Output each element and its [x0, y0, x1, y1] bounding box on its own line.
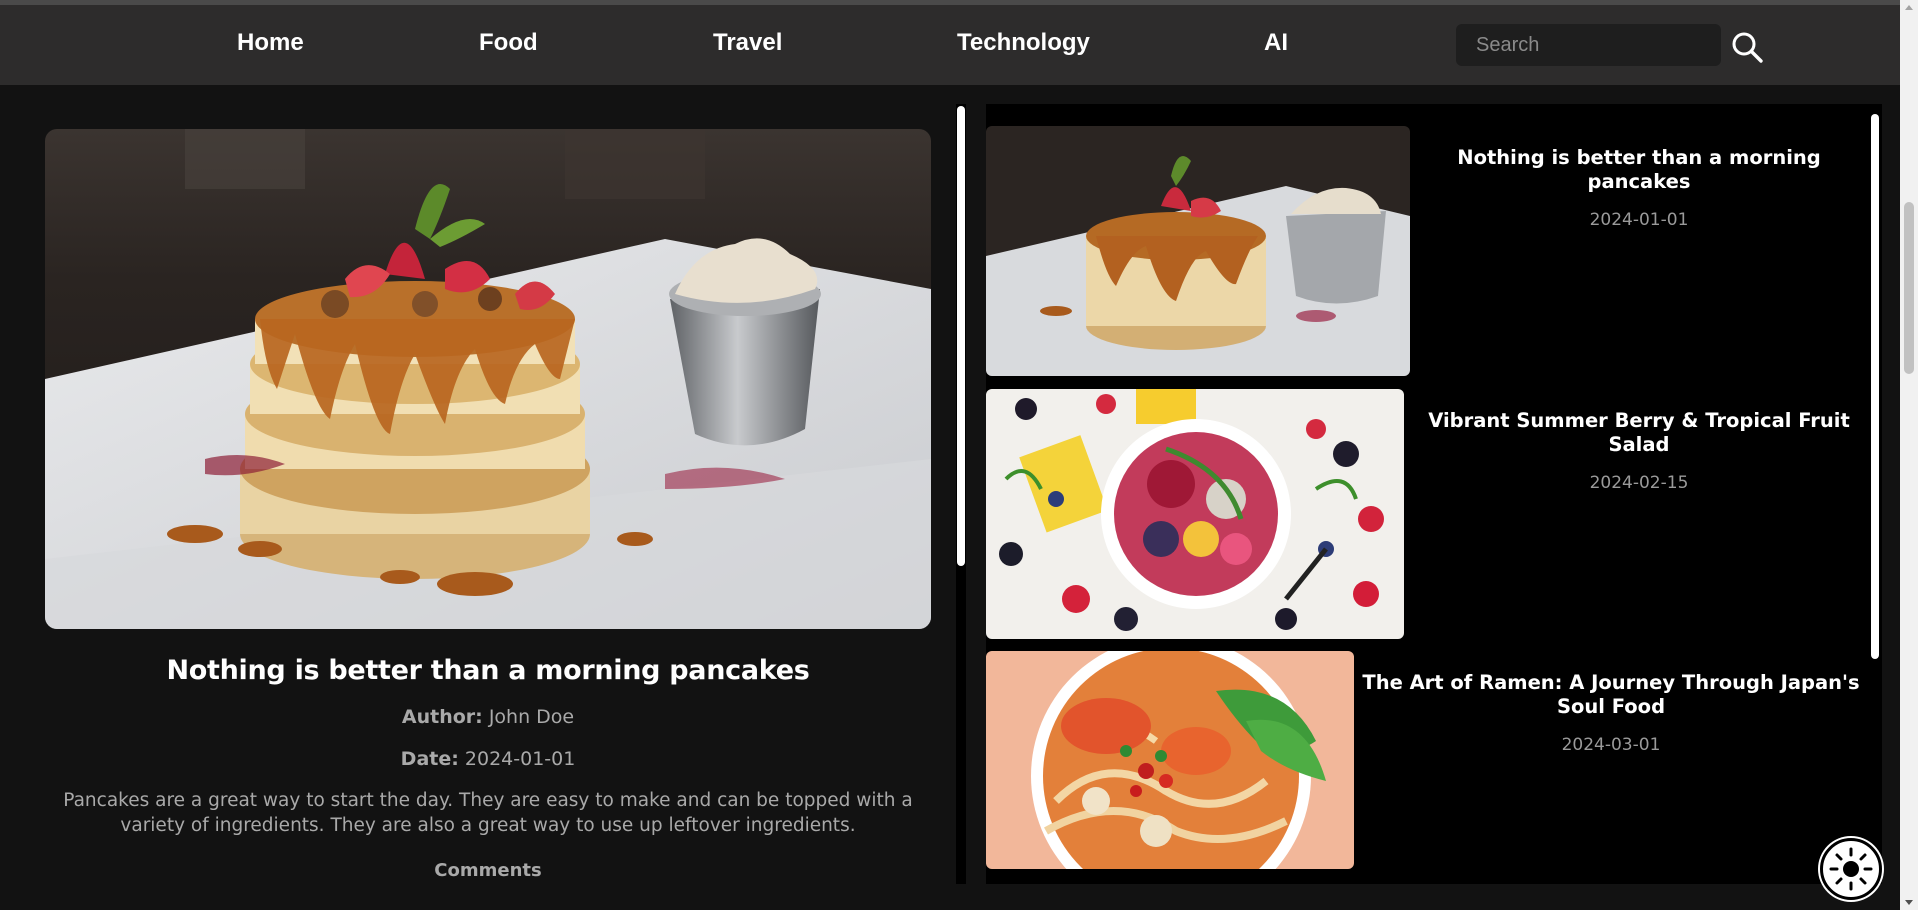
post-card[interactable]: Vibrant Summer Berry & Tropical Fruit Sa… — [986, 389, 1868, 641]
nav-link-travel[interactable]: Travel — [713, 29, 782, 57]
date-label: Date: — [400, 748, 459, 770]
post-card-date: 2024-02-15 — [1589, 473, 1689, 493]
post-card-date: 2024-03-01 — [1561, 735, 1661, 755]
fruit-salad-thumbnail — [986, 389, 1404, 639]
pancakes-thumbnail — [986, 126, 1410, 376]
pancakes-hero-image — [45, 129, 931, 629]
article-author: Author: John Doe — [45, 706, 931, 728]
nav-link-home[interactable]: Home — [237, 29, 304, 57]
post-card-date: 2024-01-01 — [1589, 210, 1689, 230]
scroll-up-arrow-icon[interactable] — [1905, 5, 1913, 10]
nav-link-food[interactable]: Food — [479, 29, 538, 57]
post-card-title[interactable]: Nothing is better than a morning pancake… — [1410, 146, 1868, 194]
article-body: Pancakes are a great way to start the da… — [63, 790, 913, 836]
post-card-info: Nothing is better than a morning pancake… — [1410, 146, 1868, 230]
article-scrollbar-thumb[interactable] — [957, 106, 965, 566]
nav-link-ai[interactable]: AI — [1264, 29, 1288, 57]
article-title: Nothing is better than a morning pancake… — [166, 655, 810, 686]
page-scrollbar-thumb[interactable] — [1904, 202, 1914, 374]
post-card[interactable]: Nothing is better than a morning pancake… — [986, 126, 1868, 378]
top-navbar: Home Food Travel Technology AI — [0, 0, 1900, 85]
nav-link-technology[interactable]: Technology — [957, 29, 1090, 57]
recent-posts-list: Nothing is better than a morning pancake… — [986, 104, 1868, 884]
posts-scrollbar-thumb[interactable] — [1871, 114, 1879, 659]
article-scrollbar[interactable] — [956, 104, 966, 884]
featured-article: Nothing is better than a morning pancake… — [45, 129, 931, 881]
theme-toggle-button[interactable] — [1820, 838, 1882, 900]
scroll-down-arrow-icon[interactable] — [1905, 900, 1913, 905]
post-card-title[interactable]: Vibrant Summer Berry & Tropical Fruit Sa… — [1410, 409, 1868, 457]
page-scrollbar[interactable] — [1900, 0, 1918, 910]
post-card[interactable]: The Art of Ramen: A Journey Through Japa… — [986, 651, 1868, 884]
posts-scrollbar[interactable] — [1868, 104, 1882, 884]
author-name: John Doe — [488, 706, 575, 728]
author-label: Author: — [401, 706, 483, 728]
post-card-title[interactable]: The Art of Ramen: A Journey Through Japa… — [1354, 671, 1868, 719]
post-card-info: Vibrant Summer Berry & Tropical Fruit Sa… — [1410, 409, 1868, 493]
search-icon[interactable] — [1730, 30, 1764, 64]
date-value: 2024-01-01 — [464, 748, 576, 770]
comments-heading: Comments — [434, 860, 542, 881]
search-input[interactable] — [1456, 24, 1721, 66]
post-card-info: The Art of Ramen: A Journey Through Japa… — [1354, 671, 1868, 755]
sun-icon — [1829, 847, 1873, 891]
ramen-thumbnail — [986, 651, 1354, 869]
article-date: Date: 2024-01-01 — [45, 748, 931, 770]
